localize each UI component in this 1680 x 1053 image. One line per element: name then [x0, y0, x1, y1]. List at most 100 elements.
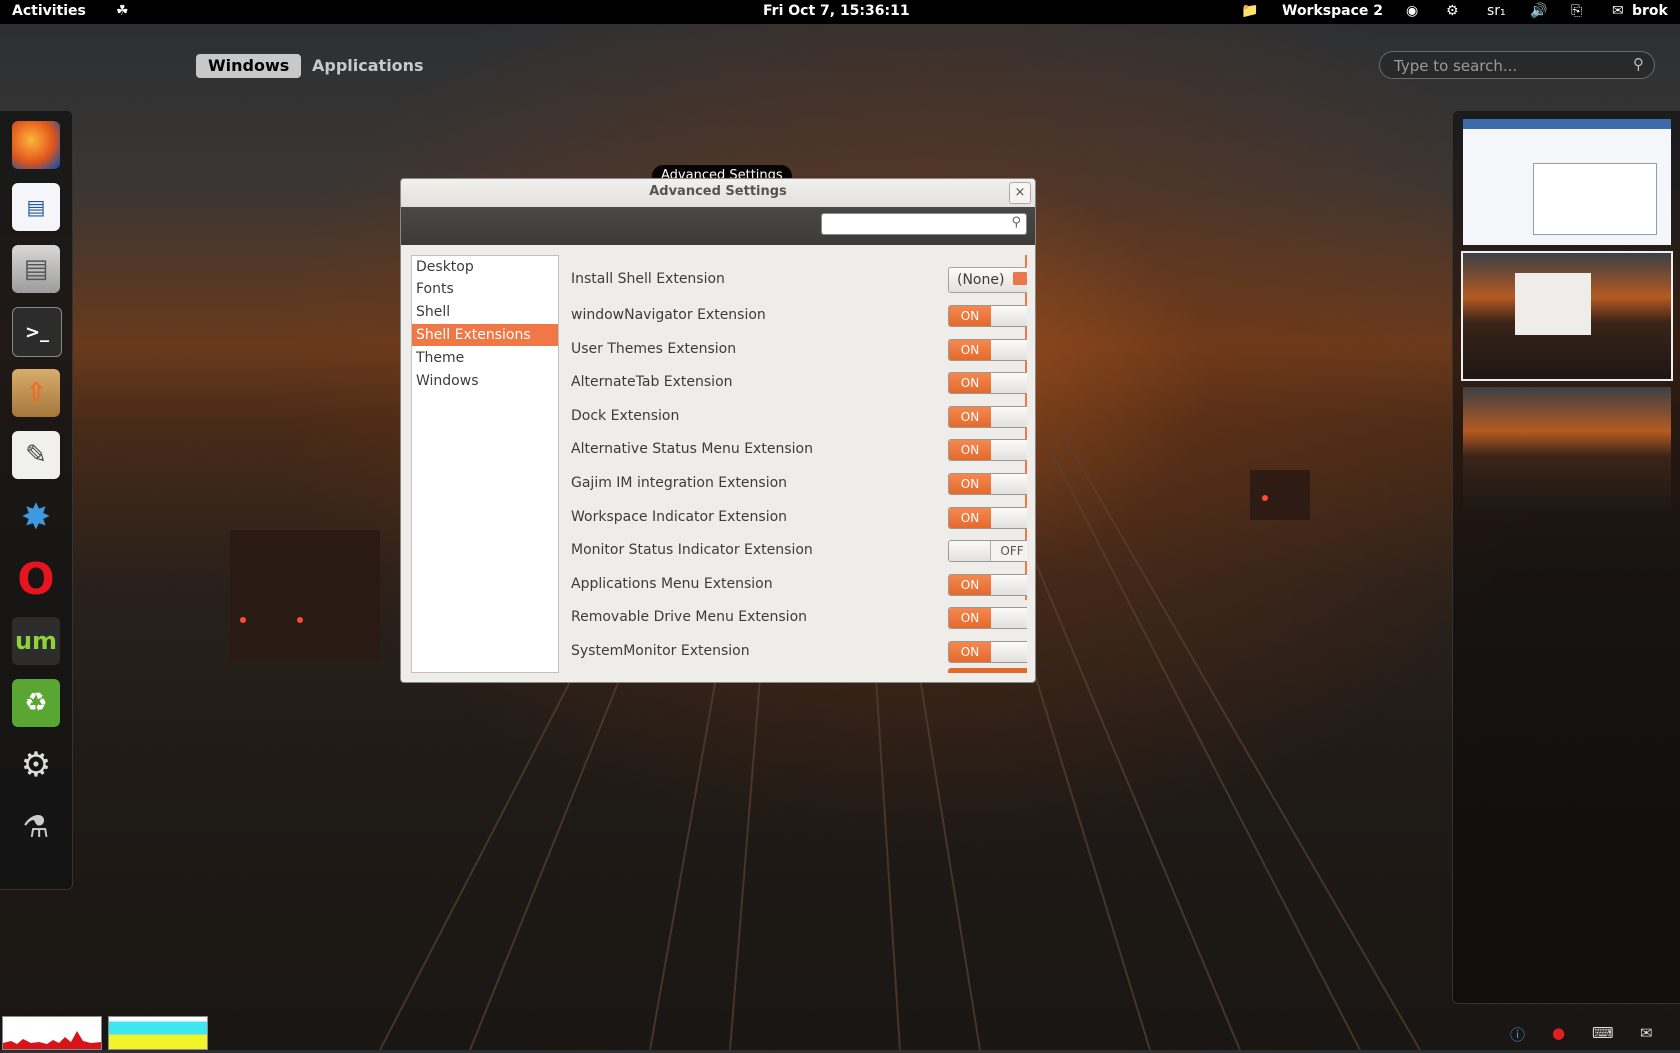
extension-row: Removable Drive Menu Extension ON [571, 601, 1027, 635]
terminal-icon[interactable]: >_ [12, 307, 62, 357]
sidebar-item-shell-extensions[interactable]: Shell Extensions [412, 324, 558, 346]
activities-button[interactable]: Activities [12, 3, 86, 19]
dash-dock: ▤ ▤ >_ ⇧ ✎ ✸ O um ♻ ⚙ ⚗ [0, 110, 73, 890]
info-icon[interactable]: ⓘ [1510, 1024, 1525, 1045]
toggle-state-label: ON [949, 474, 991, 494]
toolbar: ⚲ [401, 207, 1035, 245]
gnome-foot-icon[interactable]: ☘ [116, 3, 129, 19]
search-icon: ⚲ [1011, 215, 1021, 230]
media-tools-icon[interactable]: ⚗ [12, 803, 60, 851]
messaging-icon[interactable]: ✉ [1640, 1024, 1653, 1042]
extension-toggle[interactable]: ON [948, 573, 1027, 596]
toggle-knob [991, 306, 1027, 326]
extension-toggle[interactable]: ON [948, 338, 1027, 361]
keyboard-icon[interactable]: ⌨ [1592, 1024, 1614, 1042]
universal-media-server-icon[interactable]: um [12, 617, 60, 665]
extensions-list: Install Shell Extension (None) windowNav… [561, 255, 1027, 673]
toggle-state-label: ON [949, 608, 991, 629]
tab-windows[interactable]: Windows [196, 54, 302, 78]
settings-search-input[interactable]: ⚲ [821, 213, 1027, 235]
workspace-thumb-1[interactable] [1463, 119, 1671, 245]
extension-row: Dock Extension ON [571, 400, 1027, 434]
extension-row: Applications Menu Extension ON [571, 568, 1027, 602]
accessibility-icon[interactable]: ⚙ [1446, 3, 1459, 19]
workspace-indicator[interactable]: Workspace 2 [1282, 3, 1383, 19]
text-editor-icon[interactable]: ✎ [12, 431, 60, 479]
extension-row: Monitor Status Indicator Extension OFF [571, 534, 1027, 568]
extension-label: User Themes Extension [571, 340, 737, 357]
sidebar-item-theme[interactable]: Theme [412, 347, 558, 369]
sidebar-item-desktop[interactable]: Desktop [412, 256, 558, 278]
cpu-graph [2, 1016, 102, 1050]
file-cabinet-icon[interactable]: ▤ [12, 245, 60, 293]
extension-row: Gajim IM integration Extension ON [571, 467, 1027, 501]
extension-label: SystemMonitor Extension [571, 643, 750, 659]
extension-toggle[interactable]: OFF [948, 540, 1027, 563]
sidebar-item-fonts[interactable]: Fonts [412, 278, 558, 300]
toggle-state-label: ON [949, 339, 991, 360]
close-button[interactable]: × [1009, 182, 1031, 204]
workspace-thumb-2[interactable] [1461, 251, 1673, 381]
file-chooser-label: (None) [957, 272, 1005, 288]
folder-icon [1013, 272, 1027, 285]
clock[interactable]: Fri Oct 7, 15:36:11 [763, 3, 910, 19]
system-monitor-icon[interactable]: ◉ [1406, 3, 1418, 19]
extension-toggle[interactable]: ON [948, 506, 1027, 529]
volume-icon[interactable]: 🔊 [1530, 3, 1547, 19]
extension-label: AlternateTab Extension [571, 374, 733, 391]
opera-icon[interactable]: O [12, 554, 60, 605]
toggle-state-label: ON [949, 406, 991, 427]
toggle-knob [991, 406, 1027, 427]
extension-label: Workspace Indicator Extension [571, 508, 788, 525]
overview-search[interactable]: Type to search... ⚲ [1379, 51, 1655, 79]
extension-toggle[interactable]: ON [948, 439, 1027, 462]
package-installer-icon[interactable]: ⇧ [12, 369, 60, 417]
sidebar-item-windows[interactable]: Windows [412, 370, 558, 392]
settings-sidebar: Desktop Fonts Shell Shell Extensions The… [411, 255, 559, 673]
extension-label: Dock Extension [571, 407, 680, 424]
search-input[interactable]: Type to search... [1394, 57, 1517, 75]
extension-toggle[interactable]: ON [948, 473, 1027, 495]
recycle-icon[interactable]: ♻ [12, 679, 60, 727]
toggle-knob [991, 608, 1027, 629]
extension-label: Removable Drive Menu Extension [571, 609, 808, 626]
extension-toggle[interactable]: ON [948, 607, 1027, 630]
network-icon[interactable]: ⎘ [1571, 3, 1582, 19]
toggle-state-label: ON [949, 306, 991, 326]
extension-toggle[interactable]: ON [948, 372, 1027, 395]
extension-toggle[interactable]: ON [948, 305, 1027, 327]
update-icon[interactable]: ● [1552, 1024, 1565, 1042]
sidebar-item-shell[interactable]: Shell [412, 301, 558, 323]
chat-icon[interactable]: ✉ [1612, 3, 1624, 19]
extension-label: Alternative Status Menu Extension [571, 441, 813, 458]
install-extension-file-chooser[interactable]: (None) [948, 267, 1027, 293]
memory-graph [108, 1016, 208, 1050]
toggle-state-label: ON [949, 440, 991, 461]
extension-label: Applications Menu Extension [571, 575, 773, 592]
list-item-partial [948, 668, 1027, 673]
extension-toggle[interactable]: ON [948, 641, 1027, 663]
extension-toggle[interactable]: ON [948, 405, 1027, 428]
top-panel: Activities ☘ Fri Oct 7, 15:36:11 📁 Works… [0, 0, 1680, 24]
extension-row: SystemMonitor Extension ON [571, 635, 1027, 669]
extension-row: Alternative Status Menu Extension ON [571, 433, 1027, 467]
workspace-thumb-3[interactable] [1463, 387, 1671, 513]
folder-icon[interactable]: 📁 [1241, 3, 1258, 19]
search-icon: ⚲ [1633, 55, 1644, 73]
user-menu[interactable]: brok [1632, 3, 1668, 19]
toggle-knob [949, 541, 991, 562]
toggle-state-label: ON [949, 642, 991, 662]
toggle-state-label: ON [949, 507, 991, 528]
toggle-knob [991, 574, 1027, 595]
extension-row: windowNavigator Extension ON [571, 299, 1027, 333]
toggle-state-label: OFF [1000, 544, 1024, 559]
firefox-icon[interactable] [12, 121, 60, 169]
extension-row: User Themes Extension ON [571, 333, 1027, 367]
extension-label: Monitor Status Indicator Extension [571, 542, 813, 559]
tab-applications[interactable]: Applications [300, 54, 436, 78]
shotwell-icon[interactable]: ✸ [12, 493, 60, 541]
cpu-graph-plot [3, 1031, 101, 1049]
writer-icon[interactable]: ▤ [12, 183, 60, 231]
system-settings-icon[interactable]: ⚙ [12, 741, 60, 789]
keyboard-layout-indicator[interactable]: sr₁ [1487, 3, 1506, 19]
